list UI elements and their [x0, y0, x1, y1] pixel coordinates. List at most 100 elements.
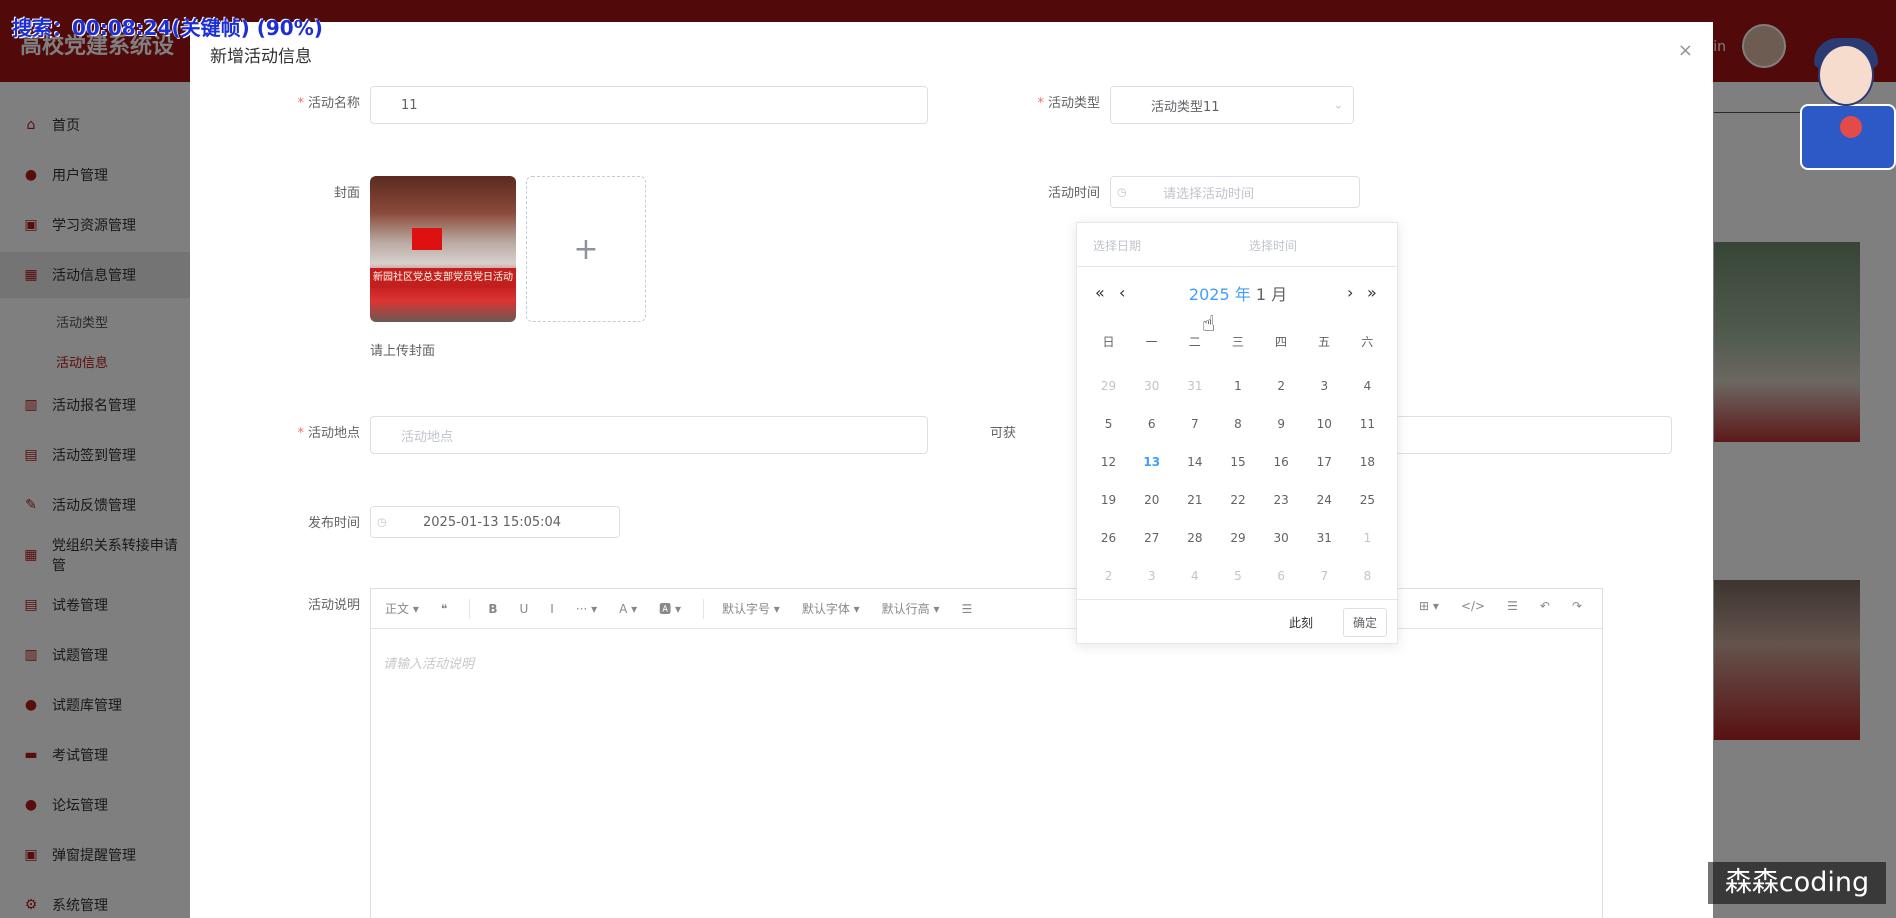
calendar-day[interactable]: 26	[1087, 519, 1130, 557]
calendar-day[interactable]: 24	[1303, 481, 1346, 519]
confirm-button[interactable]: 确定	[1342, 608, 1387, 637]
picker-year[interactable]: 2025 年	[1189, 285, 1251, 304]
calendar-day[interactable]: 17	[1303, 443, 1346, 481]
calendar-day[interactable]: 13	[1130, 443, 1173, 481]
mascot-image	[1800, 30, 1896, 170]
picker-month[interactable]: 1 月	[1256, 285, 1287, 304]
activity-location-input[interactable]: 活动地点	[370, 416, 928, 454]
rich-text-editor[interactable]: 正文 ▾ ❝ B U I ··· ▾ A ▾ 🅰 ▾ 默认字号 ▾ 默认字体 ▾ 默认行高 ▾ ☰ ⊞…	[370, 588, 1603, 918]
calendar-day[interactable]: 18	[1346, 443, 1389, 481]
location-label: * 活动地点	[297, 426, 360, 441]
publish-time-input[interactable]: ◷ 2025-01-13 15:05:04	[370, 506, 620, 538]
toolbar-button[interactable]: 默认行高 ▾	[882, 600, 940, 617]
calendar-day[interactable]: 12	[1087, 443, 1130, 481]
calendar-day[interactable]: 4	[1173, 557, 1216, 595]
calendar-day[interactable]: 9	[1260, 405, 1303, 443]
toolbar-separator	[469, 598, 471, 619]
toolbar-separator	[702, 598, 704, 619]
upload-hint: 请上传封面	[370, 344, 436, 359]
calendar-day[interactable]: 8	[1216, 405, 1259, 443]
next-month-icon[interactable]: ›	[1347, 283, 1353, 302]
activity-time-input[interactable]: ◷ 请选择活动时间	[1110, 176, 1360, 208]
calendar-day[interactable]: 20	[1130, 481, 1173, 519]
calendar-day[interactable]: 22	[1216, 481, 1259, 519]
toolbar-button[interactable]: I	[550, 602, 554, 616]
calendar-day[interactable]: 2	[1087, 557, 1130, 595]
toolbar-button[interactable]: ··· ▾	[576, 602, 597, 616]
toolbar-button[interactable]: A ▾	[619, 602, 637, 616]
calendar-day[interactable]: 29	[1216, 519, 1259, 557]
calendar-day[interactable]: 4	[1346, 367, 1389, 405]
weekday-label: 五	[1318, 335, 1331, 349]
close-icon[interactable]: ×	[1678, 40, 1693, 61]
calendar-day[interactable]: 2	[1260, 367, 1303, 405]
toolbar-button[interactable]: 正文 ▾	[385, 600, 419, 617]
calendar-day[interactable]: 7	[1303, 557, 1346, 595]
weekday-label: 六	[1361, 335, 1374, 349]
points-input[interactable]	[1390, 416, 1672, 454]
date-field[interactable]: 选择日期	[1093, 237, 1141, 254]
calendar-day[interactable]: 14	[1173, 443, 1216, 481]
now-button[interactable]: 此刻	[1289, 614, 1313, 631]
toolbar-button[interactable]: ❝	[441, 602, 447, 616]
activity-name-input[interactable]: 11	[370, 86, 928, 124]
toolbar-button[interactable]: B	[488, 602, 497, 616]
toolbar-button[interactable]: ⊞ ▾	[1419, 599, 1439, 613]
calendar-day[interactable]: 30	[1260, 519, 1303, 557]
toolbar-button[interactable]: U	[519, 602, 528, 616]
cover-label: 封面	[333, 186, 360, 201]
cover-image[interactable]: 新园社区党总支部党员党日活动	[370, 176, 516, 322]
watermark-text: 森森coding	[1708, 862, 1886, 904]
datetime-picker: 选择日期 选择时间 « ‹ 2025 年 1 月 › » 日一二三四五六 29 3…	[1076, 222, 1399, 644]
toolbar-button[interactable]: 🅰 ▾	[659, 600, 681, 617]
calendar-day[interactable]: 6	[1260, 557, 1303, 595]
calendar-day[interactable]: 15	[1216, 443, 1259, 481]
weekday-label: 三	[1231, 335, 1244, 349]
calendar-day[interactable]: 5	[1216, 557, 1259, 595]
calendar-day[interactable]: 25	[1346, 481, 1389, 519]
calendar-day[interactable]: 21	[1173, 481, 1216, 519]
next-year-icon[interactable]: »	[1367, 283, 1377, 302]
calendar-day[interactable]: 30	[1130, 367, 1173, 405]
plus-icon: +	[573, 231, 599, 267]
calendar-day[interactable]: 7	[1173, 405, 1216, 443]
description-label: 活动说明	[307, 598, 360, 613]
hand-cursor-icon: ☝	[1202, 312, 1216, 337]
toolbar-button[interactable]: </>	[1461, 599, 1485, 613]
time-field[interactable]: 选择时间	[1249, 237, 1297, 254]
calendar-day[interactable]: 29	[1087, 367, 1130, 405]
toolbar-button[interactable]: ☰	[962, 602, 973, 616]
dialog-title: 新增活动信息	[210, 47, 312, 67]
calendar-day[interactable]: 3	[1130, 557, 1173, 595]
weekday-label: 一	[1145, 335, 1158, 349]
upload-cover-button[interactable]: +	[526, 176, 646, 322]
calendar-day[interactable]: 31	[1303, 519, 1346, 557]
calendar-day[interactable]: 27	[1130, 519, 1173, 557]
calendar-day[interactable]: 6	[1130, 405, 1173, 443]
weekday-label: 日	[1102, 335, 1115, 349]
calendar-day[interactable]: 5	[1087, 405, 1130, 443]
weekday-label: 四	[1275, 335, 1288, 349]
type-label: * 活动类型	[1037, 96, 1100, 111]
calendar-day[interactable]: 1	[1346, 519, 1389, 557]
calendar-day[interactable]: 31	[1173, 367, 1216, 405]
toolbar-button[interactable]: 默认字体 ▾	[802, 600, 860, 617]
calendar-day[interactable]: 19	[1087, 481, 1130, 519]
calendar-day[interactable]: 8	[1346, 557, 1389, 595]
day-grid: 29 30 31 1 2 3 4 5 6 7 8 9 10 11 12 13 14 15 16 17 18 19 20 21 2…	[1087, 367, 1389, 595]
calendar-day[interactable]: 28	[1173, 519, 1216, 557]
activity-type-select[interactable]: 活动类型11 ⌄	[1110, 86, 1354, 124]
picker-header: 选择日期 选择时间	[1077, 223, 1397, 267]
calendar-day[interactable]: 1	[1216, 367, 1259, 405]
calendar-day[interactable]: 23	[1260, 481, 1303, 519]
toolbar-button[interactable]: ☰	[1507, 599, 1518, 613]
toolbar-button[interactable]: ↶	[1540, 599, 1550, 613]
add-activity-dialog: 新增活动信息 × * 活动名称 11 * 活动类型 活动类型11 ⌄ 封面 新园社区…	[190, 22, 1713, 918]
calendar-day[interactable]: 11	[1346, 405, 1389, 443]
calendar-day[interactable]: 10	[1303, 405, 1346, 443]
calendar-day[interactable]: 16	[1260, 443, 1303, 481]
toolbar-button[interactable]: 默认字号 ▾	[722, 600, 780, 617]
picker-footer: 此刻 确定	[1077, 599, 1399, 643]
calendar-day[interactable]: 3	[1303, 367, 1346, 405]
toolbar-button[interactable]: ↷	[1572, 599, 1582, 613]
